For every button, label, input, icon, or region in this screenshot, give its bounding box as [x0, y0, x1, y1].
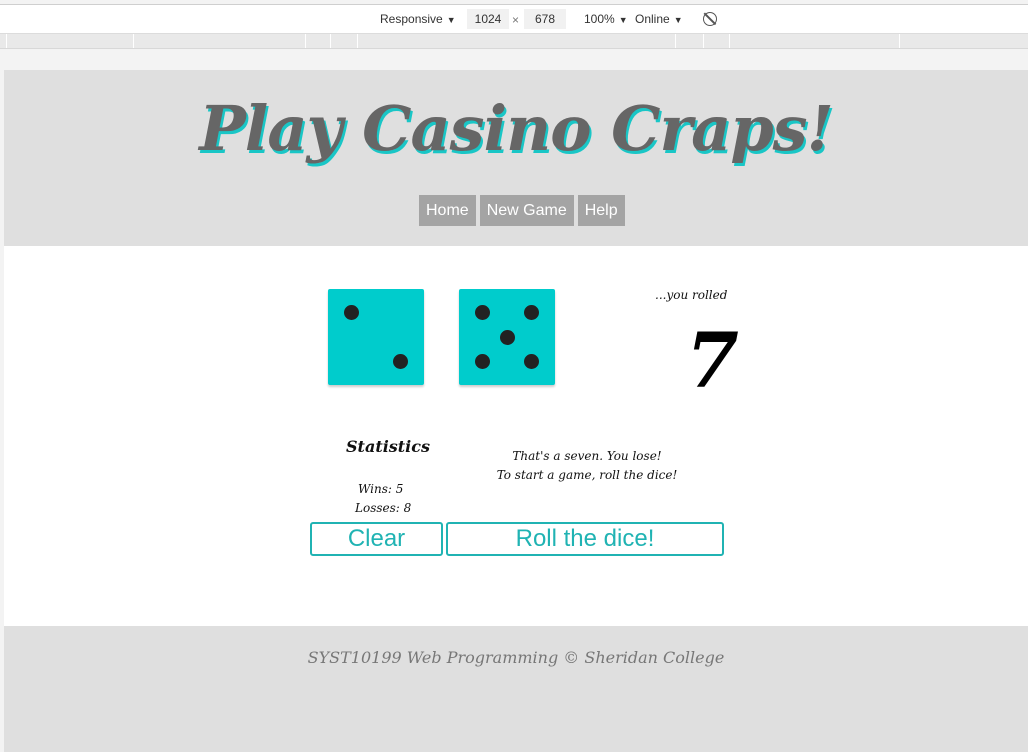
rotate-icon[interactable]: [703, 12, 717, 26]
nav-help[interactable]: Help: [577, 195, 625, 226]
die-two: [459, 289, 555, 385]
chevron-down-icon: ▼: [673, 15, 683, 25]
chevron-down-icon: ▼: [618, 15, 628, 25]
zoom-label: 100%: [584, 12, 615, 26]
die-pip: [524, 354, 540, 370]
device-select[interactable]: Responsive ▼: [380, 12, 456, 26]
roll-dice-button[interactable]: Roll the dice!: [446, 522, 724, 556]
devtools-toolbar: Responsive ▼ 1024 × 678 100% ▼ Online ▼: [0, 4, 1028, 34]
height-input[interactable]: 678: [524, 9, 566, 29]
statistics-title: Statistics: [346, 437, 431, 456]
result-message: That's a seven. You lose!: [512, 449, 662, 463]
media-query-ruler[interactable]: [0, 34, 1028, 49]
wins-count: Wins: 5: [358, 482, 404, 496]
nav-home[interactable]: Home: [419, 195, 476, 226]
clear-button[interactable]: Clear: [310, 522, 443, 556]
chevron-down-icon: ▼: [446, 15, 456, 25]
network-select[interactable]: Online ▼: [635, 12, 683, 26]
instruction-message: To start a game, roll the dice!: [496, 468, 678, 482]
losses-count: Losses: 8: [355, 501, 412, 515]
you-rolled-caption: ...you rolled: [655, 288, 728, 302]
die-pip: [499, 329, 515, 345]
die-pip: [474, 354, 490, 370]
width-input[interactable]: 1024: [467, 9, 509, 29]
page-title: Play Casino Craps!: [199, 92, 834, 165]
die-pip: [343, 304, 359, 320]
roll-total: 7: [686, 316, 739, 405]
site-footer: SYST10199 Web Programming © Sheridan Col…: [4, 626, 1028, 752]
site-header: Play Casino Craps! Home New Game Help: [4, 70, 1028, 246]
die-pip: [474, 304, 490, 320]
footer-text: SYST10199 Web Programming © Sheridan Col…: [307, 648, 725, 667]
main-nav: Home New Game Help: [419, 195, 625, 226]
die-one: [328, 289, 424, 385]
die-pip: [524, 304, 540, 320]
zoom-select[interactable]: 100% ▼: [584, 12, 628, 26]
nav-new-game[interactable]: New Game: [479, 195, 574, 226]
die-pip: [393, 354, 409, 370]
page-viewport: Play Casino Craps! Home New Game Help ..…: [4, 70, 1028, 752]
device-label: Responsive: [380, 12, 443, 26]
network-label: Online: [635, 12, 670, 26]
dimension-separator: ×: [512, 13, 520, 27]
